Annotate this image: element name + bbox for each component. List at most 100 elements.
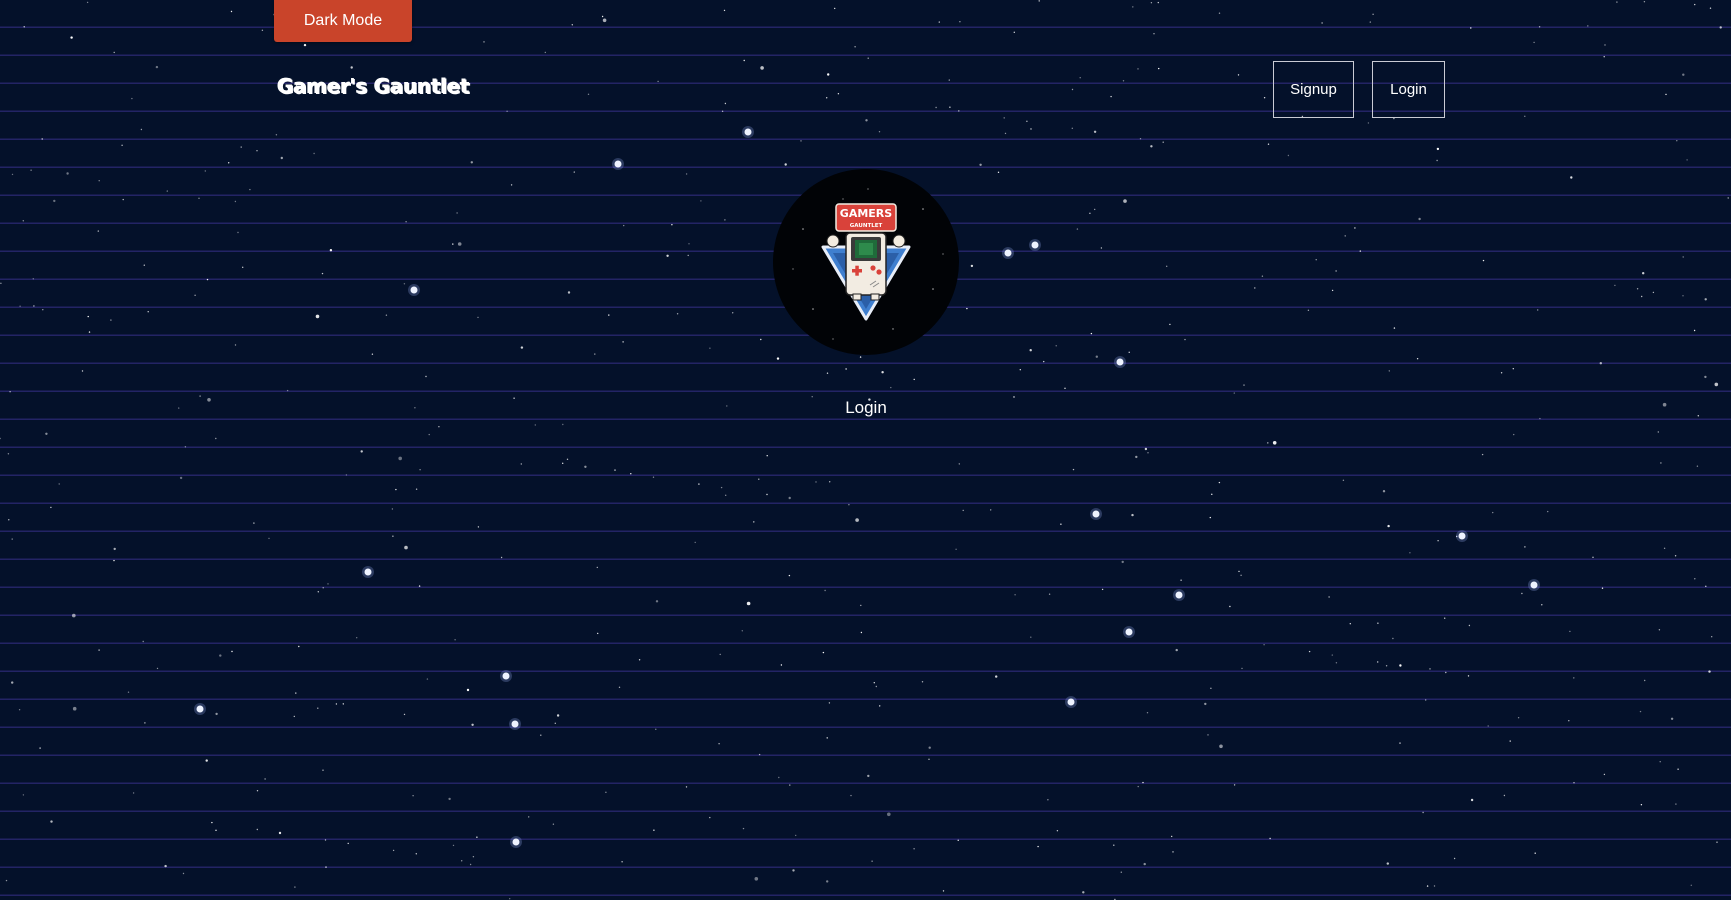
star — [652, 476, 655, 478]
star — [425, 375, 427, 378]
star — [1135, 455, 1138, 459]
star — [1409, 552, 1411, 554]
star — [418, 585, 421, 587]
star — [506, 110, 508, 113]
star-glow — [1528, 579, 1540, 591]
star-glow — [500, 670, 512, 682]
bright-star — [410, 286, 418, 294]
star — [240, 146, 242, 148]
star — [1113, 844, 1115, 846]
star — [324, 839, 327, 841]
star — [313, 152, 315, 155]
star — [1158, 67, 1160, 70]
star — [1512, 368, 1515, 370]
star — [873, 682, 875, 684]
star — [1709, 7, 1712, 9]
star — [1359, 250, 1362, 252]
star — [278, 831, 282, 835]
star — [228, 162, 230, 164]
star — [500, 556, 503, 559]
login-nav-button[interactable]: Login — [1372, 61, 1445, 118]
star — [997, 171, 1000, 173]
star — [1172, 851, 1174, 853]
star — [848, 504, 850, 506]
star — [1094, 208, 1096, 211]
star — [303, 43, 307, 47]
star — [147, 311, 149, 313]
star — [471, 723, 474, 726]
star — [602, 18, 607, 23]
star — [1241, 667, 1243, 670]
star — [1418, 217, 1421, 221]
star — [1072, 468, 1075, 471]
star-glow — [362, 566, 374, 578]
star — [935, 106, 937, 109]
brand-title[interactable]: Gamer's Gauntlet — [277, 74, 470, 98]
star — [1150, 2, 1153, 4]
star — [709, 347, 711, 349]
star — [164, 864, 167, 868]
star — [1444, 617, 1446, 619]
star — [1048, 593, 1051, 595]
star — [1064, 387, 1066, 389]
star — [325, 866, 327, 868]
star — [7, 453, 10, 455]
star — [1482, 259, 1485, 262]
star — [256, 828, 258, 831]
star — [1547, 510, 1549, 513]
star — [1539, 417, 1541, 420]
star — [404, 545, 408, 550]
star — [335, 703, 338, 705]
signup-button[interactable]: Signup — [1273, 61, 1354, 118]
star — [1029, 349, 1032, 352]
star — [72, 613, 76, 618]
star — [261, 29, 264, 31]
star — [1013, 396, 1015, 398]
star — [275, 134, 278, 136]
star — [1142, 781, 1144, 784]
star — [875, 685, 877, 688]
bright-star — [1116, 358, 1124, 366]
star — [1372, 13, 1374, 15]
star — [758, 753, 761, 756]
star — [81, 370, 84, 372]
star — [995, 675, 998, 678]
star — [414, 407, 416, 409]
star — [1043, 360, 1045, 363]
star — [676, 313, 679, 315]
dark-mode-toggle-button[interactable]: Dark Mode — [274, 0, 412, 42]
star — [42, 309, 44, 311]
star — [1237, 74, 1240, 76]
star — [1436, 159, 1438, 162]
star — [1570, 176, 1573, 179]
star — [1238, 570, 1240, 573]
star — [1354, 227, 1356, 229]
star — [949, 106, 951, 108]
star — [1082, 891, 1085, 894]
star — [1377, 661, 1379, 663]
star — [392, 849, 395, 852]
star — [140, 128, 143, 131]
star — [509, 898, 511, 900]
star — [347, 842, 349, 845]
star — [1665, 93, 1667, 96]
star — [457, 242, 462, 246]
star — [1524, 115, 1526, 118]
star — [1321, 22, 1323, 24]
star — [1342, 479, 1345, 481]
star — [1487, 725, 1489, 727]
star — [746, 601, 751, 606]
star — [788, 496, 791, 500]
star — [837, 93, 840, 95]
star — [155, 65, 159, 69]
star — [1123, 199, 1127, 203]
star-glow — [1090, 508, 1102, 520]
star — [723, 9, 726, 12]
star — [1307, 309, 1310, 311]
star — [205, 759, 208, 762]
star — [156, 667, 159, 670]
star — [732, 312, 734, 314]
star-glow — [1123, 626, 1135, 638]
star — [1387, 524, 1390, 528]
star — [829, 481, 831, 483]
